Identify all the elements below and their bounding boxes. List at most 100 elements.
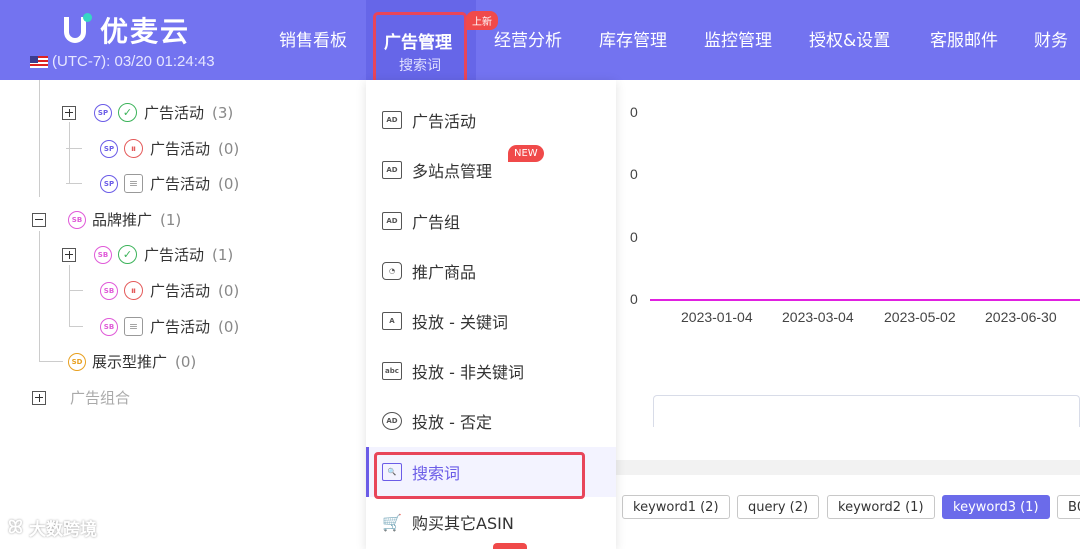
ad-icon: AD [382,111,402,129]
menu-item-ad-groups[interactable]: AD 广告组 [366,196,616,246]
paused-status-icon: ⏸ [124,139,143,158]
logo[interactable]: 优麦云 [62,10,190,50]
menu-new-badge: NEW [508,145,544,162]
menu-item-other-asin[interactable]: 🛒 购买其它ASIN [366,497,616,547]
nav-customer-mail[interactable]: 客服邮件 [930,26,998,51]
sb-chip-icon: SB [100,317,118,336]
watermark: ꕤ 大数跨境 [8,515,97,540]
tree-row-label: 广告活动 [150,282,211,300]
nav-auth-settings[interactable]: 授权&设置 [809,26,890,51]
menu-badge-partial [493,543,527,549]
keyword-icon: A [382,312,402,330]
abc-icon: abc [382,362,402,380]
sb-chip-icon: SB [94,245,112,264]
keyword-chip[interactable]: keyword2 (1) [827,495,935,519]
nav-sales-dashboard[interactable]: 销售看板 [279,26,347,51]
tree-row-count: (0) [218,174,240,193]
menu-item-product-targeting[interactable]: abc 投放 - 非关键词 [366,346,616,396]
archived-status-icon: ≡ [124,174,143,193]
expand-icon[interactable] [62,247,76,262]
product-icon: ◔ [382,262,402,280]
y-tick-label: 0 [630,229,638,245]
menu-item-products[interactable]: ◔ 推广商品 [366,246,616,296]
keyword-chip[interactable]: B0 [1057,495,1080,519]
tree-row-sb-active[interactable]: SB ✓ 广告活动 (1) [62,244,233,265]
keyword-chip-selected[interactable]: keyword3 (1) [942,495,1050,519]
tree-row-count: (1) [212,245,234,264]
timezone-clock: (UTC-7): 03/20 01:24:43 [30,53,215,70]
watermark-text: 大数跨境 [28,520,97,540]
x-tick-label: 2023-05-02 [884,309,956,325]
menu-item-label: 投放 - 非关键词 [412,363,524,382]
menu-item-negative-targeting[interactable]: AD 投放 - 否定 [366,396,616,446]
nav-business-analysis[interactable]: 经营分析 [494,26,562,51]
keyword-chip[interactable]: keyword1 (2) [622,495,730,519]
tree-row-count: (3) [212,103,234,122]
sp-chip-icon: SP [100,174,118,193]
tree-row-label: 广告活动 [144,104,205,122]
sp-chip-icon: SP [94,103,112,122]
tree-row-sponsored-brands[interactable]: SB 品牌推广 (1) [32,209,181,230]
menu-item-multi-site[interactable]: AD 多站点管理 [366,145,616,195]
tree-row-sb-archived[interactable]: SB ≡ 广告活动 (0) [100,316,239,337]
watermark-logo-icon: ꕤ [8,517,23,538]
menu-item-label: 广告活动 [412,112,477,131]
logo-icon [62,13,92,47]
menu-item-keyword-targeting[interactable]: A 投放 - 关键词 [366,296,616,346]
menu-item-label: 广告组 [412,213,461,232]
tree-row-label: 广告活动 [150,318,211,336]
tree-row-sp-active[interactable]: SP ✓ 广告活动 (3) [62,102,233,123]
x-tick-label: 2023-03-04 [782,309,854,325]
archived-status-icon: ≡ [124,317,143,336]
nav-inventory[interactable]: 库存管理 [599,26,667,51]
sd-chip-icon: SD [68,352,86,371]
tree-row-sponsored-display[interactable]: SD 展示型推广 (0) [68,351,196,372]
x-tick-label: 2023-06-30 [985,309,1057,325]
tree-row-sb-paused[interactable]: SB ⏸ 广告活动 (0) [100,280,239,301]
chart-series-line [650,299,1080,301]
ad-icon: AD [382,161,402,179]
enabled-status-icon: ✓ [118,245,137,264]
menu-item-label: 投放 - 否定 [412,413,492,432]
tree-row-count: (0) [218,139,240,158]
menu-item-label: 投放 - 关键词 [412,313,508,332]
collapse-icon[interactable] [32,212,46,227]
campaign-tree: SP ✓ 广告活动 (3) SP ⏸ 广告活动 (0) SP ≡ 广告活动 (0… [0,80,366,549]
expand-icon[interactable] [62,105,76,120]
timezone-text: (UTC-7): 03/20 01:24:43 [52,53,215,70]
sb-chip-icon: SB [100,281,118,300]
tree-row-label: 广告活动 [144,246,205,264]
menu-item-campaigns[interactable]: AD 广告活动 [366,95,616,145]
tree-row-label: 广告活动 [150,175,211,193]
us-flag-icon [30,55,48,68]
highlight-box-search-terms [374,452,585,499]
tree-row-label: 广告活动 [150,140,211,158]
tree-row-portfolios[interactable]: 广告组合 [32,387,130,408]
y-tick-label: 0 [630,104,638,120]
divider-strip [616,460,1080,475]
cart-icon: 🛒 [382,512,402,532]
tree-row-count: (0) [218,281,240,300]
tree-row-count: (0) [175,352,197,371]
nav-monitoring[interactable]: 监控管理 [704,26,772,51]
top-nav-bar: 优麦云 (UTC-7): 03/20 01:24:43 销售看板 广告管理 搜索… [0,0,1080,80]
tree-row-sp-archived[interactable]: SP ≡ 广告活动 (0) [100,173,239,194]
y-tick-label: 0 [630,166,638,182]
nav-finance[interactable]: 财务 [1034,26,1068,51]
nav-new-badge: 上新 [466,11,498,30]
ad-group-icon: AD [382,212,402,230]
tree-row-sp-paused[interactable]: SP ⏸ 广告活动 (0) [100,138,239,159]
expand-icon[interactable] [32,390,46,405]
tree-row-count: (0) [218,317,240,336]
tree-row-label: 广告组合 [70,389,131,407]
tree-row-count: (1) [160,210,182,229]
chart-zoom-slider[interactable] [653,395,1080,427]
negative-icon: AD [382,412,402,430]
keyword-chip[interactable]: query (2) [737,495,820,519]
paused-status-icon: ⏸ [124,281,143,300]
menu-item-label: 购买其它ASIN [412,514,514,533]
enabled-status-icon: ✓ [118,103,137,122]
menu-item-label: 推广商品 [412,263,477,282]
menu-item-label: 多站点管理 [412,162,493,181]
tree-row-label: 品牌推广 [92,211,153,229]
